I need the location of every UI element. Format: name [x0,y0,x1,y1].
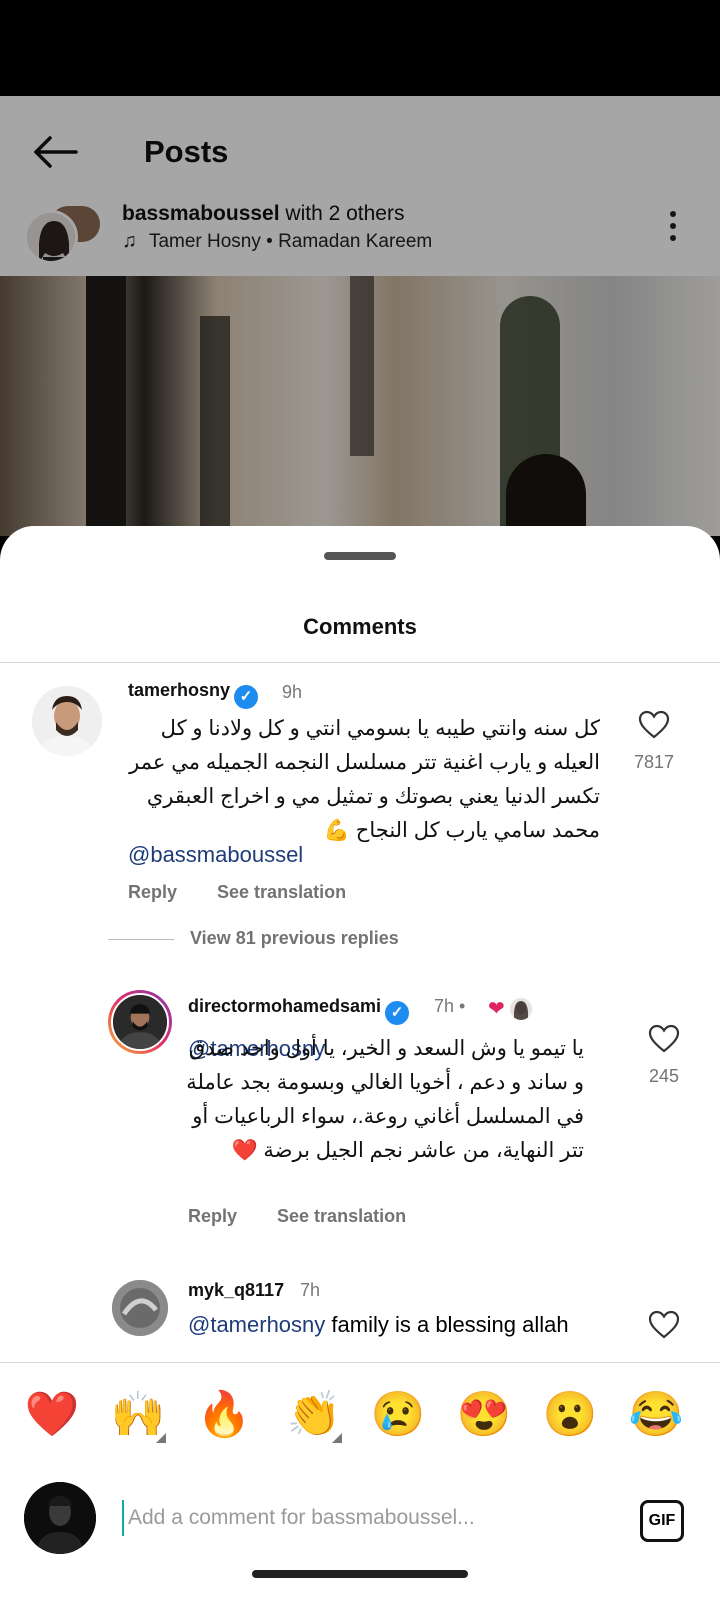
like-heart-icon[interactable] [648,1024,680,1054]
emoji-crying-face[interactable]: 😢 [370,1387,426,1443]
sheet-drag-handle[interactable] [324,552,396,560]
gif-button[interactable]: GIF [640,1500,684,1542]
emoji-raising-hands[interactable]: 🙌 [110,1387,166,1443]
see-translation-button[interactable]: See translation [277,1206,406,1226]
my-avatar[interactable] [24,1482,96,1554]
emoji-clapping-hands[interactable]: 👏 [286,1387,342,1443]
view-previous-replies[interactable]: View 81 previous replies [108,928,399,949]
like-count[interactable]: 7817 [619,752,689,773]
comment-username[interactable]: tamerhosny ✓ [128,680,259,709]
creator-mini-avatar [510,998,532,1020]
commenter-avatar[interactable] [108,990,172,1054]
status-bar [0,0,720,96]
comment-time: 7h • [434,996,466,1016]
reply-button[interactable]: Reply [128,882,177,902]
reply-button[interactable]: Reply [188,1206,237,1226]
comment-composer: GIF [0,1464,720,1600]
emoji-fire[interactable]: 🔥 [196,1387,252,1443]
commenter-avatar[interactable] [32,686,102,756]
comment-username[interactable]: myk_q8117 [188,1280,284,1301]
emoji-red-heart[interactable]: ❤️ [24,1387,80,1443]
divider [0,662,720,663]
overlay-scrim[interactable] [0,96,720,536]
view-replies-label: View 81 previous replies [190,928,399,948]
comment-time: 9h [282,682,303,702]
like-heart-icon[interactable] [648,1310,680,1340]
emoji-heart-eyes[interactable]: 😍 [456,1387,512,1443]
sheet-title: Comments [303,614,417,639]
comment-input[interactable] [122,1500,602,1536]
comment-time: 7h [300,1280,321,1300]
comment-body: @tamerhosny family is a blessing allah [188,1312,569,1338]
comments-sheet: Comments tamerhosny ✓ 9h كل سنه وانتي طيب… [0,526,720,1600]
commenter-avatar[interactable] [112,1280,168,1336]
comment-username[interactable]: directormohamedsami ✓ [188,996,410,1025]
comment-text: يا تيمو يا وش السعد و الخير، يا أول واحد… [186,1037,584,1162]
comment-mention[interactable]: @tamerhosny [188,1312,325,1337]
post-background: Posts bassmaboussel with 2 others ♫ Tame… [0,96,720,536]
creator-liked-heart-icon: ❤ [488,998,505,1020]
like-count[interactable]: 245 [629,1066,699,1087]
like-heart-icon[interactable] [638,710,670,740]
comment-mention[interactable]: @bassmaboussel [128,838,428,872]
comment-actions: Reply See translation [128,882,386,903]
verified-badge-icon: ✓ [234,685,259,709]
comment-actions: Reply See translation [188,1206,446,1227]
verified-badge-icon: ✓ [385,1001,410,1025]
comment-text: family is a blessing allah [331,1312,569,1337]
emoji-reaction-bar: ❤️ 🙌 🔥 👏 😢 😍 😮 😂 [0,1362,720,1464]
emoji-surprised-face[interactable]: 😮 [542,1387,598,1443]
see-translation-button[interactable]: See translation [217,882,346,902]
gesture-nav-bar[interactable] [252,1570,468,1578]
comment-text: كل سنه وانتي طيبه يا بسومي انتي و كل ولا… [129,717,600,842]
emoji-tears-of-joy[interactable]: 😂 [628,1387,684,1443]
